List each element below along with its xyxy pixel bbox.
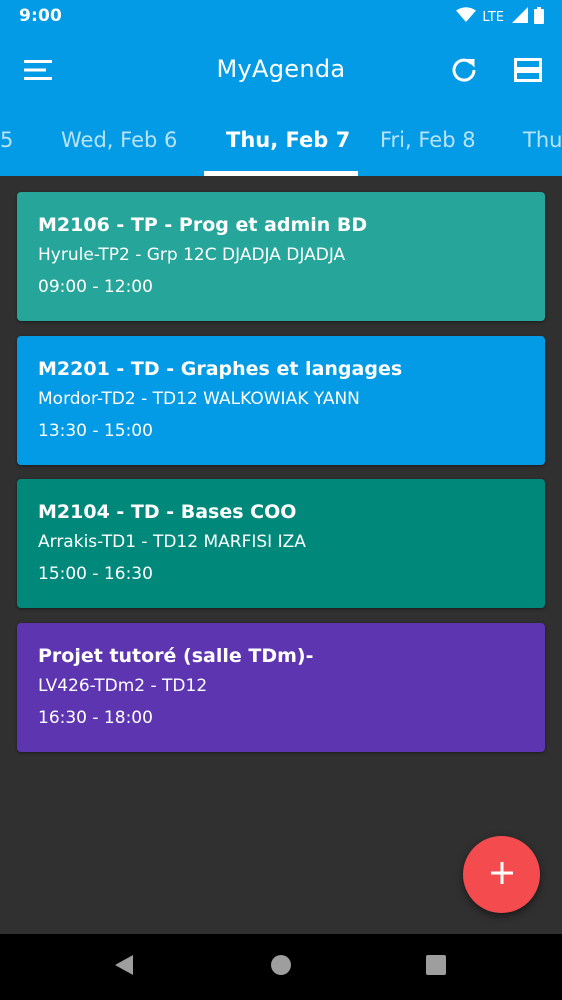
event-title: M2104 - TD - Bases COO <box>38 501 297 523</box>
add-icon <box>490 861 513 888</box>
home-button[interactable] <box>266 952 296 982</box>
event-location: Mordor-TD2 - TD12 WALKOWIAK YANN <box>38 389 360 409</box>
event-title: M2201 - TD - Graphes et langages <box>38 358 403 380</box>
event-card[interactable]: Projet tutoré (salle TDm)- LV426-TDm2 - … <box>17 623 545 752</box>
tab-thu-feb-7[interactable]: Thu, Feb 7 <box>226 128 350 152</box>
event-card[interactable]: M2104 - TD - Bases COO Arrakis-TD1 - TD1… <box>17 479 545 608</box>
recents-button[interactable] <box>421 952 451 982</box>
status-time: 9:00 <box>19 6 63 26</box>
agenda-list: M2106 - TP - Prog et admin BD Hyrule-TP2… <box>0 176 562 934</box>
event-location: LV426-TDm2 - TD12 <box>38 676 208 696</box>
tab-fri-feb-8[interactable]: Fri, Feb 8 <box>380 128 476 152</box>
back-button[interactable] <box>109 952 139 982</box>
tab-day-partial-left[interactable]: 5 <box>0 128 13 152</box>
recents-icon <box>425 954 447 980</box>
tab-day-partial-right[interactable]: Thu <box>523 128 562 152</box>
event-time: 16:30 - 18:00 <box>38 708 153 728</box>
status-icons: LTE <box>456 6 544 28</box>
event-time: 09:00 - 12:00 <box>38 277 153 297</box>
refresh-button[interactable] <box>444 52 484 92</box>
view-agenda-icon <box>514 58 542 86</box>
event-time: 13:30 - 15:00 <box>38 421 153 441</box>
event-time: 15:00 - 16:30 <box>38 564 153 584</box>
network-type: LTE <box>482 9 504 25</box>
back-icon <box>113 954 135 980</box>
app-bar: MyAgenda <box>0 34 562 108</box>
wifi-icon <box>456 7 477 27</box>
event-location: Arrakis-TD1 - TD12 MARFISI IZA <box>38 532 306 552</box>
event-title: M2106 - TP - Prog et admin BD <box>38 214 368 236</box>
refresh-icon <box>451 57 477 87</box>
event-card[interactable]: M2201 - TD - Graphes et langages Mordor-… <box>17 336 545 465</box>
system-nav-bar <box>0 934 562 1000</box>
view-mode-button[interactable] <box>508 52 548 92</box>
event-location: Hyrule-TP2 - Grp 12C DJADJA DJADJA <box>38 245 346 265</box>
date-tabs: 5 Wed, Feb 6 Thu, Feb 7 Fri, Feb 8 Thu <box>0 108 562 176</box>
status-bar: 9:00 LTE <box>0 0 562 34</box>
signal-icon <box>512 7 528 27</box>
add-event-button[interactable] <box>463 836 540 913</box>
event-card[interactable]: M2106 - TP - Prog et admin BD Hyrule-TP2… <box>17 192 545 321</box>
battery-icon <box>534 6 544 28</box>
event-title: Projet tutoré (salle TDm)- <box>38 645 314 667</box>
home-icon <box>270 954 292 980</box>
tab-wed-feb-6[interactable]: Wed, Feb 6 <box>61 128 177 152</box>
